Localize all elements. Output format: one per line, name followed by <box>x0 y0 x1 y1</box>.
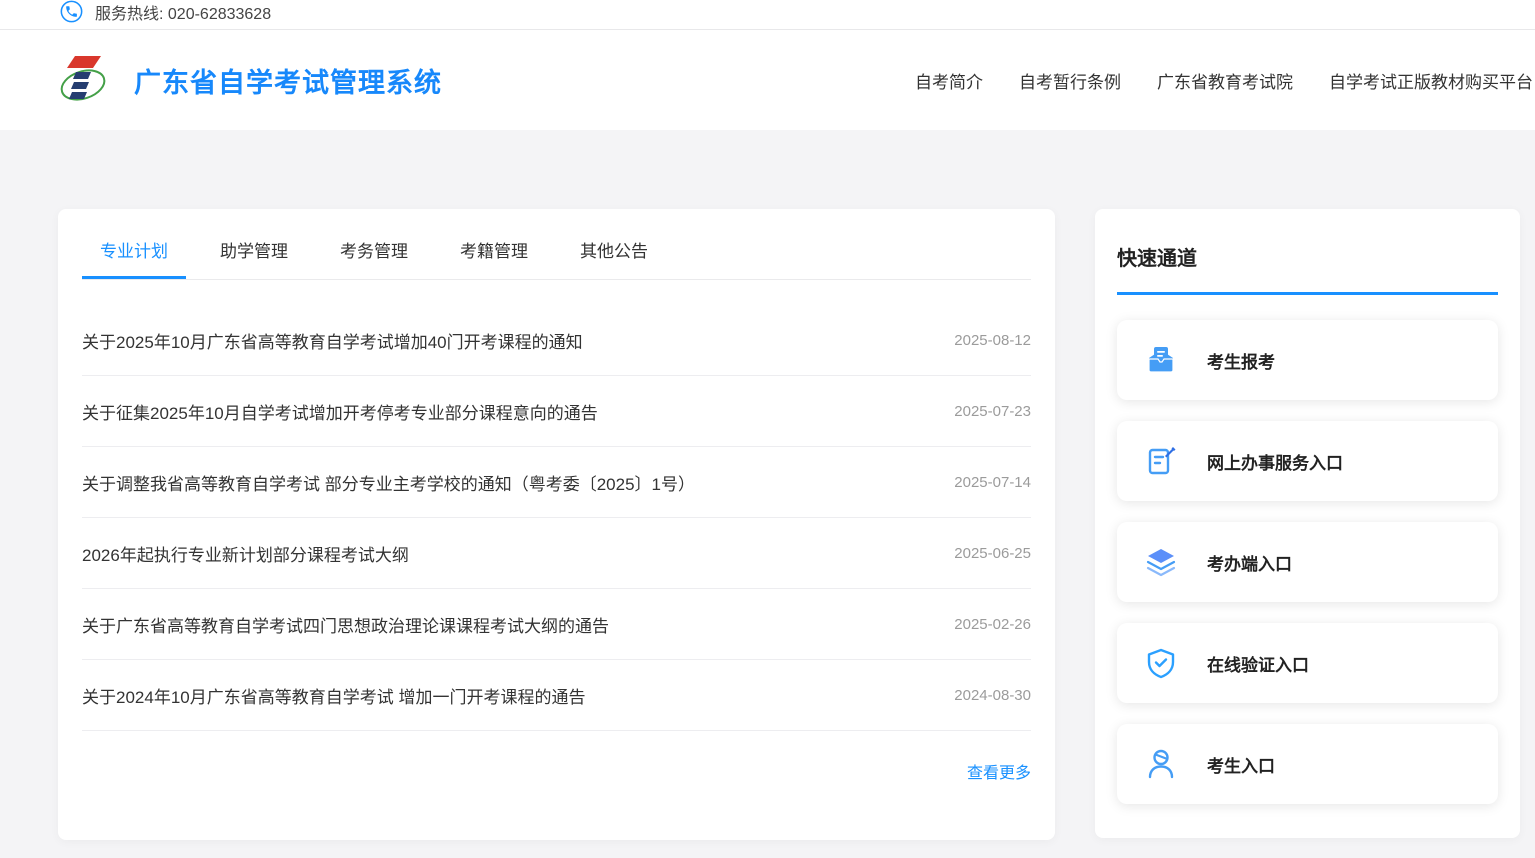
quick-items: 考生报考 网上办事服务入口 <box>1117 320 1498 804</box>
notice-title[interactable]: 关于广东省高等教育自学考试四门思想政治理论课课程考试大纲的通告 <box>82 612 633 637</box>
notice-tabs: 专业计划 助学管理 考务管理 考籍管理 其他公告 <box>82 209 1031 280</box>
quick-item-label: 考生报考 <box>1207 348 1275 373</box>
site-logo-icon <box>58 52 108 108</box>
quick-item-candidate-portal[interactable]: 考生入口 <box>1117 724 1498 804</box>
tab-exam-affairs[interactable]: 考务管理 <box>322 235 426 279</box>
notice-footer: 查看更多 <box>82 731 1031 783</box>
edit-document-icon <box>1145 445 1177 477</box>
quick-item-label: 考生入口 <box>1207 752 1275 777</box>
notice-row[interactable]: 2026年起执行专业新计划部分课程考试大纲 2025-06-25 <box>82 518 1031 589</box>
user-icon <box>1145 748 1177 780</box>
notice-date: 2025-07-14 <box>954 474 1031 491</box>
quick-item-candidate-register[interactable]: 考生报考 <box>1117 320 1498 400</box>
tab-major-plan[interactable]: 专业计划 <box>82 235 186 279</box>
notice-date: 2024-08-30 <box>954 687 1031 704</box>
notice-date: 2025-08-12 <box>954 332 1031 349</box>
header-nav: 自考简介 自考暂行条例 广东省教育考试院 自学考试正版教材购买平台 <box>915 68 1535 93</box>
notice-list: 关于2025年10月广东省高等教育自学考试增加40门开考课程的通知 2025-0… <box>82 280 1031 731</box>
quick-item-label: 网上办事服务入口 <box>1207 449 1343 474</box>
quick-item-label: 在线验证入口 <box>1207 651 1309 676</box>
nav-item-intro[interactable]: 自考简介 <box>915 68 983 93</box>
quick-item-label: 考办端入口 <box>1207 550 1292 575</box>
phone-icon <box>60 0 83 23</box>
notice-date: 2025-02-26 <box>954 616 1031 633</box>
quick-item-online-services[interactable]: 网上办事服务入口 <box>1117 421 1498 501</box>
tab-study-support[interactable]: 助学管理 <box>202 235 306 279</box>
quick-title-underline <box>1117 292 1498 295</box>
inbox-icon <box>1145 344 1177 376</box>
hotline-bar: 服务热线: 020-62833628 <box>0 0 1535 30</box>
notice-title[interactable]: 关于征集2025年10月自学考试增加开考停考专业部分课程意向的通告 <box>82 399 622 424</box>
notice-row[interactable]: 关于2024年10月广东省高等教育自学考试 增加一门开考课程的通告 2024-0… <box>82 660 1031 731</box>
notice-row[interactable]: 关于2025年10月广东省高等教育自学考试增加40门开考课程的通知 2025-0… <box>82 305 1031 376</box>
notice-panel: 专业计划 助学管理 考务管理 考籍管理 其他公告 关于2025年10月广东省高等… <box>58 209 1055 840</box>
quick-item-exam-office-portal[interactable]: 考办端入口 <box>1117 522 1498 602</box>
layers-icon <box>1145 546 1177 578</box>
notice-date: 2025-07-23 <box>954 403 1031 420</box>
shield-check-icon <box>1145 647 1177 679</box>
notice-title[interactable]: 2026年起执行专业新计划部分课程考试大纲 <box>82 541 433 566</box>
view-more-link[interactable]: 查看更多 <box>967 765 1031 782</box>
notice-row[interactable]: 关于广东省高等教育自学考试四门思想政治理论课课程考试大纲的通告 2025-02-… <box>82 589 1031 660</box>
hotline-text: 服务热线: 020-62833628 <box>95 0 271 24</box>
nav-item-regulations[interactable]: 自考暂行条例 <box>1019 68 1121 93</box>
nav-item-exam-authority[interactable]: 广东省教育考试院 <box>1157 68 1293 93</box>
site-title: 广东省自学考试管理系统 <box>134 61 442 100</box>
tab-other-notices[interactable]: 其他公告 <box>562 235 666 279</box>
notice-date: 2025-06-25 <box>954 545 1031 562</box>
notice-row[interactable]: 关于调整我省高等教育自学考试 部分专业主考学校的通知（粤考委〔2025〕1号） … <box>82 447 1031 518</box>
quick-channel-panel: 快速通道 考生报考 <box>1095 209 1520 838</box>
nav-item-textbook-platform[interactable]: 自学考试正版教材购买平台 <box>1329 68 1533 93</box>
tab-exam-records[interactable]: 考籍管理 <box>442 235 546 279</box>
site-header: 广东省自学考试管理系统 自考简介 自考暂行条例 广东省教育考试院 自学考试正版教… <box>0 30 1535 130</box>
quick-channel-title: 快速通道 <box>1117 242 1498 271</box>
notice-title[interactable]: 关于调整我省高等教育自学考试 部分专业主考学校的通知（粤考委〔2025〕1号） <box>82 470 719 495</box>
quick-item-online-verification[interactable]: 在线验证入口 <box>1117 623 1498 703</box>
notice-row[interactable]: 关于征集2025年10月自学考试增加开考停考专业部分课程意向的通告 2025-0… <box>82 376 1031 447</box>
main-content: 专业计划 助学管理 考务管理 考籍管理 其他公告 关于2025年10月广东省高等… <box>0 130 1535 840</box>
notice-title[interactable]: 关于2024年10月广东省高等教育自学考试 增加一门开考课程的通告 <box>82 683 609 708</box>
notice-title[interactable]: 关于2025年10月广东省高等教育自学考试增加40门开考课程的通知 <box>82 328 607 353</box>
